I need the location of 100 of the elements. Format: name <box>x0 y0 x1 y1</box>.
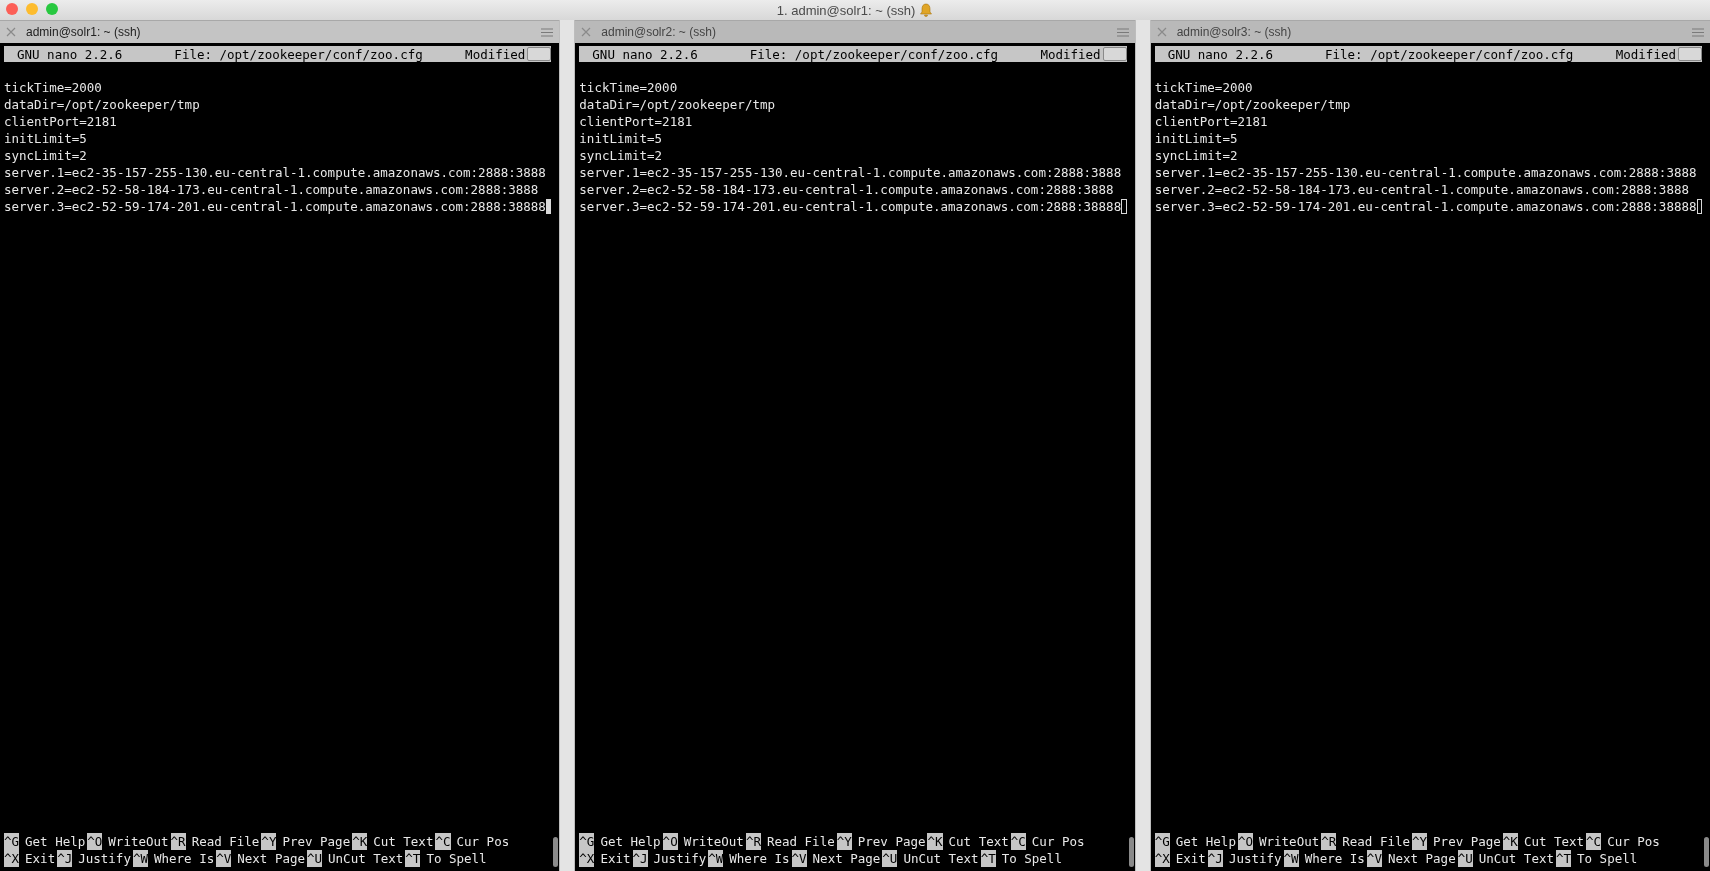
window-title: 1. admin@solr1: ~ (ssh) <box>776 2 916 18</box>
code-line: clientPort=2181 <box>1154 113 1268 130</box>
shortcut-key: ^U <box>1457 850 1473 867</box>
minimize-button[interactable] <box>26 3 38 15</box>
code-line: syncLimit=2 <box>4 147 87 164</box>
modified-status: Modified <box>465 46 526 62</box>
code-line: server.2=ec2-52-58-184-173.eu-central-1.compute.amazonaws.com:2888:3888 <box>1154 181 1689 198</box>
shortcut-label: To Spell <box>1577 850 1638 867</box>
scrollbar-thumb[interactable] <box>553 837 559 867</box>
shortcut-label: Cur Pos <box>1031 833 1085 850</box>
shortcut-key: ^X <box>1154 850 1170 867</box>
code-line: dataDir=/opt/zookeeper/tmp <box>4 96 200 113</box>
code-line: syncLimit=2 <box>579 147 663 164</box>
code-line: server.1=ec2-35-157-255-130.eu-central-1.compute.amazonaws.com:2888:3888 <box>1154 164 1697 181</box>
shortcut-key: ^W <box>1283 850 1299 867</box>
shortcut-key: ^O <box>1237 833 1253 850</box>
code-line: server.1=ec2-35-157-255-130.eu-central-1.compute.amazonaws.com:2888:3888 <box>579 164 1122 181</box>
shortcut-key: ^J <box>1207 850 1223 867</box>
shortcut-label: To Spell <box>426 850 487 867</box>
shortcut-label: Cur Pos <box>1607 833 1660 850</box>
zoom-button[interactable] <box>46 3 58 15</box>
shortcut-key: ^Y <box>261 833 277 850</box>
menu-icon[interactable] <box>541 27 554 37</box>
code-line: initLimit=5 <box>4 130 87 147</box>
close-icon[interactable] <box>6 27 16 37</box>
shortcut-label: Get Help <box>600 833 661 850</box>
shortcut-label: Read File <box>1342 833 1410 850</box>
shortcut-label: Cut Text <box>373 833 434 850</box>
file-name: File: /opt/zookeeper/conf/zoo.cfg <box>174 46 423 62</box>
shortcut-label: Justify <box>78 850 131 867</box>
shortcut-key: ^T <box>1556 850 1572 867</box>
code-line: server.1=ec2-35-157-255-130.eu-central-1.compute.amazonaws.com:2888:3888 <box>4 164 546 181</box>
shortcut-key: ^G <box>579 833 595 850</box>
pane-tab[interactable]: admin@solr1: ~ (ssh) <box>0 20 560 43</box>
code-line: dataDir=/opt/zookeeper/tmp <box>1154 96 1351 113</box>
shortcut-label: Read File <box>766 833 835 850</box>
shortcut-label: UnCut Text <box>328 850 404 867</box>
file-name: File: /opt/zookeeper/conf/zoo.cfg <box>749 46 999 62</box>
scrollbar-thumb[interactable] <box>1704 837 1709 867</box>
shortcut-label: Get Help <box>1175 833 1236 850</box>
bell-icon <box>919 3 934 17</box>
shortcut-label: Exit <box>600 850 631 867</box>
shortcut-label: Exit <box>1175 850 1206 867</box>
code-line: clientPort=2181 <box>4 113 117 130</box>
file-name: File: /opt/zookeeper/conf/zoo.cfg <box>1325 46 1574 62</box>
editor-version: GNU nano 2.2.6 <box>1167 46 1273 62</box>
shortcut-label: Cut Text <box>1523 833 1585 850</box>
shortcut-key: ^K <box>352 833 368 850</box>
shortcut-key: ^V <box>791 850 807 867</box>
close-icon[interactable] <box>581 27 592 37</box>
shortcut-label: Where Is <box>729 850 790 867</box>
code-line: tickTime=2000 <box>1154 79 1253 96</box>
shortcut-key: ^O <box>87 833 103 850</box>
shortcut-label: UnCut Text <box>903 850 979 867</box>
pane-tab[interactable]: admin@solr2: ~ (ssh) <box>575 20 1135 43</box>
code-line: clientPort=2181 <box>579 113 693 130</box>
shortcut-key: ^U <box>882 850 898 867</box>
shortcut-label: Prev Page <box>1433 833 1501 850</box>
code-line: server.2=ec2-52-58-184-173.eu-central-1.compute.amazonaws.com:2888:3888 <box>4 181 539 198</box>
editor-version: GNU nano 2.2.6 <box>17 46 123 62</box>
close-button[interactable] <box>6 3 18 15</box>
editor-version: GNU nano 2.2.6 <box>592 46 698 62</box>
shortcut-key: ^R <box>745 833 761 850</box>
shortcut-key: ^C <box>1010 833 1026 850</box>
modified-status: Modified <box>1615 46 1676 62</box>
shortcut-key: ^R <box>1321 833 1337 850</box>
shortcut-label: Next Page <box>237 850 305 867</box>
shortcut-label: Cur Pos <box>456 833 510 850</box>
menu-icon[interactable] <box>1692 27 1704 37</box>
shortcut-label: Exit <box>25 850 56 867</box>
code-line: syncLimit=2 <box>1154 147 1238 164</box>
maximize-icon[interactable] <box>527 47 552 61</box>
shortcut-label: Prev Page <box>282 833 351 850</box>
code-line: initLimit=5 <box>579 130 663 147</box>
pane-tab[interactable]: admin@solr3: ~ (ssh) <box>1150 20 1710 43</box>
menu-icon[interactable] <box>1116 27 1129 37</box>
shortcut-label: UnCut Text <box>1478 850 1554 867</box>
shortcut-key: ^V <box>1366 850 1382 867</box>
modified-status: Modified <box>1040 46 1101 62</box>
shortcut-label: Read File <box>191 833 260 850</box>
shortcut-label: Where Is <box>1304 850 1365 867</box>
shortcut-key: ^T <box>980 850 996 867</box>
shortcut-label: Justify <box>1228 850 1282 867</box>
scrollbar-thumb[interactable] <box>1128 837 1134 867</box>
shortcut-label: WriteOut <box>108 833 169 850</box>
shortcut-key: ^G <box>4 833 20 850</box>
shortcut-label: WriteOut <box>683 833 744 850</box>
shortcut-key: ^J <box>57 850 73 867</box>
shortcut-key: ^V <box>216 850 232 867</box>
shortcut-key: ^Y <box>836 833 852 850</box>
close-icon[interactable] <box>1156 27 1167 37</box>
shortcut-key: ^X <box>4 850 20 867</box>
shortcut-label: WriteOut <box>1259 833 1320 850</box>
shortcut-key: ^J <box>632 850 648 867</box>
code-line: tickTime=2000 <box>4 79 102 96</box>
shortcut-label: Prev Page <box>857 833 926 850</box>
shortcut-key: ^Y <box>1412 833 1428 850</box>
code-line: tickTime=2000 <box>579 79 678 96</box>
shortcut-key: ^G <box>1154 833 1170 850</box>
shortcut-key: ^T <box>405 850 421 867</box>
